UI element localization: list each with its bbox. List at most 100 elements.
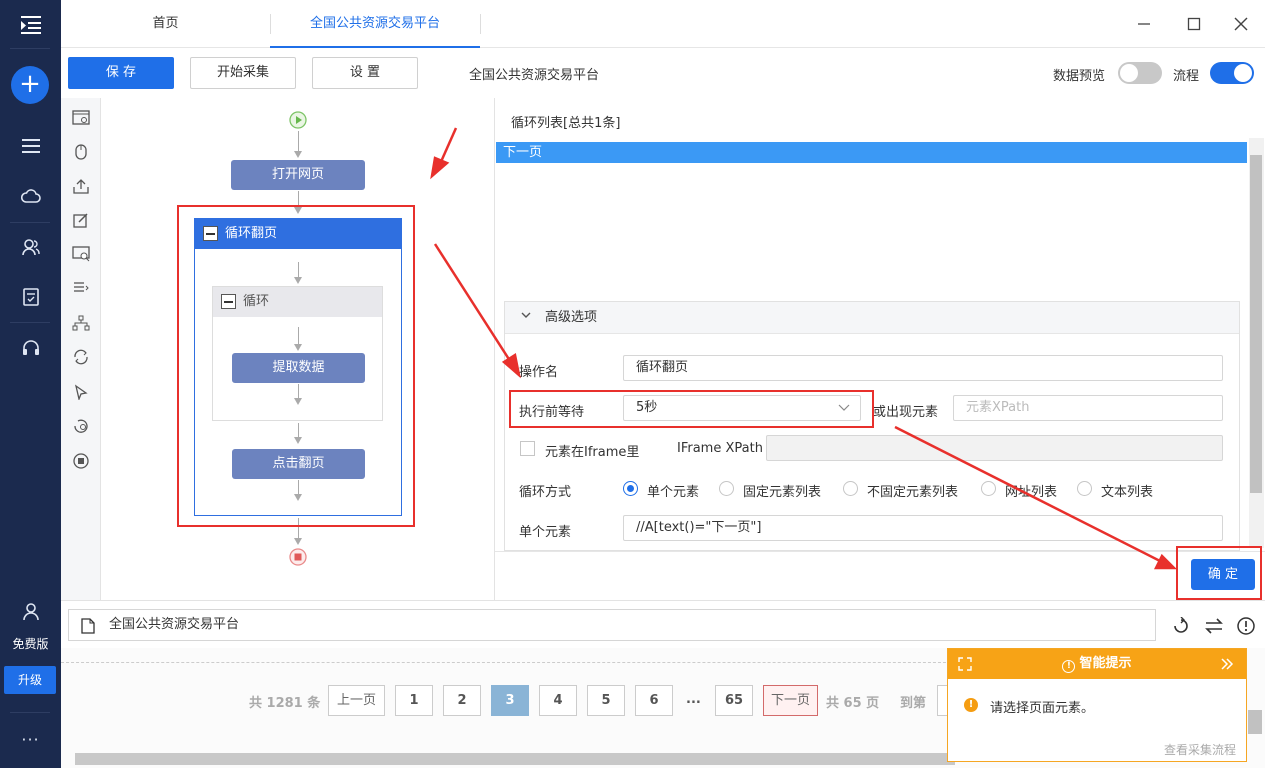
element-xpath-input[interactable]: 元素XPath (953, 395, 1223, 421)
input-text-tool-icon[interactable] (69, 208, 93, 232)
loop-mode-fixed-list-label: 固定元素列表 (743, 485, 822, 500)
switch-icon[interactable] (1203, 615, 1225, 637)
add-task-button[interactable]: + (11, 66, 49, 104)
loop-mode-text-list-label: 文本列表 (1101, 485, 1154, 500)
loop-mode-url-list-radio[interactable] (981, 481, 996, 496)
data-preview-label: 数据预览 (1053, 69, 1106, 84)
annotation-box-wait-field (509, 390, 874, 428)
panel-scrollbar[interactable] (1250, 155, 1262, 493)
view-flow-link[interactable]: 查看采集流程 (1164, 741, 1236, 758)
maximize-icon[interactable] (1182, 12, 1206, 36)
save-button[interactable]: 保 存 (68, 57, 174, 89)
page-horizontal-scrollbar[interactable] (75, 753, 955, 765)
task-title: 全国公共资源交易平台 (469, 68, 600, 83)
left-rail: + 免费版 升级 ··· (0, 0, 61, 768)
start-collect-button[interactable]: 开始采集 (190, 57, 296, 89)
flow-start-icon (289, 111, 307, 133)
tab-bar: 首页 全国公共资源交易平台 (61, 0, 1265, 48)
settings-button[interactable]: 设 置 (312, 57, 418, 89)
menu-toggle-icon[interactable] (0, 5, 61, 45)
loop-mode-url-list-label: 网址列表 (1005, 485, 1058, 500)
loop-settings-panel: 循环列表[总共1条] 下一页 高级选项 操作名 循环翻页 执行前等待 5秒 或出… (494, 98, 1265, 600)
flow-node-open-page[interactable]: 打开网页 (231, 160, 365, 190)
pager-page-1[interactable]: 1 (395, 685, 433, 716)
more-icon[interactable]: ··· (0, 730, 61, 749)
minimize-icon[interactable] (1132, 12, 1156, 36)
operation-name-input[interactable]: 循环翻页 (623, 355, 1223, 381)
warning-icon: ! (964, 698, 978, 712)
pager-page-5[interactable]: 5 (587, 685, 625, 716)
loop-mode-single-radio[interactable] (623, 481, 638, 496)
stop-tool-icon[interactable] (69, 449, 93, 473)
smart-tip-popup: ! 智能提示 ! 请选择页面元素。 查看采集流程 (947, 648, 1247, 762)
loop-list-header: 循环列表[总共1条] (511, 116, 621, 131)
iframe-checkbox[interactable] (520, 441, 535, 456)
smart-tip-message: 请选择页面元素。 (990, 701, 1095, 716)
document-icon (81, 616, 95, 646)
collapse-right-icon[interactable] (1220, 657, 1234, 675)
annotation-box-confirm (1176, 546, 1262, 600)
loop-mode-label: 循环方式 (519, 485, 572, 500)
task-list-icon[interactable] (0, 126, 61, 166)
pager-page-4[interactable]: 4 (539, 685, 577, 716)
single-element-label: 单个元素 (519, 525, 572, 540)
flow-tool-column (61, 98, 101, 600)
smart-tip-title: ! 智能提示 (948, 649, 1246, 679)
upload-tool-icon[interactable] (69, 174, 93, 198)
annotation-box-loop-node (177, 205, 415, 527)
open-page-tool-icon[interactable] (69, 106, 93, 130)
close-icon[interactable] (1229, 12, 1253, 36)
flow-label: 流程 (1173, 69, 1200, 84)
page-vertical-scrollbar[interactable] (1248, 710, 1262, 734)
url-text: 全国公共资源交易平台 (109, 617, 240, 632)
pager-page-3[interactable]: 3 (491, 685, 529, 716)
info-icon[interactable] (1235, 615, 1257, 637)
operation-name-label: 操作名 (519, 365, 559, 380)
url-bar: 全国公共资源交易平台 (61, 600, 1265, 648)
users-icon[interactable] (0, 227, 61, 267)
pager-page-2[interactable]: 2 (443, 685, 481, 716)
loop-mode-text-list-radio[interactable] (1077, 481, 1092, 496)
select-tool-icon[interactable] (69, 380, 93, 404)
loop-list-item[interactable]: 下一页 (496, 142, 1247, 163)
loop-mode-fixed-list-radio[interactable] (719, 481, 734, 496)
loop-mode-variable-list-label: 不固定元素列表 (867, 485, 959, 500)
headset-icon[interactable] (0, 328, 61, 368)
loop-mode-single-label: 单个元素 (647, 485, 700, 500)
flow-toggle[interactable] (1210, 62, 1254, 84)
loop-tool-icon[interactable] (69, 345, 93, 369)
data-preview-toggle[interactable] (1118, 62, 1162, 84)
expand-icon[interactable] (958, 657, 972, 675)
refresh-tool-icon[interactable] (69, 414, 93, 438)
template-icon[interactable] (0, 277, 61, 317)
tab-home[interactable]: 首页 (61, 0, 270, 48)
recognize-tool-icon[interactable] (69, 242, 93, 266)
iframe-xpath-input[interactable] (766, 435, 1223, 461)
pager-ellipsis: ... (686, 692, 701, 707)
pager-page-6[interactable]: 6 (635, 685, 673, 716)
list-tool-icon[interactable] (69, 276, 93, 300)
pager-next-button[interactable]: 下一页 (763, 685, 818, 716)
user-avatar-icon[interactable] (0, 592, 61, 632)
branch-tool-icon[interactable] (69, 311, 93, 335)
iframe-checkbox-label: 元素在Iframe里 (545, 445, 640, 460)
reload-icon[interactable] (1170, 615, 1192, 637)
advanced-options-header[interactable]: 高级选项 (505, 302, 1239, 334)
pager-goto-label: 到第 (900, 696, 927, 711)
cloud-icon[interactable] (0, 176, 61, 216)
advanced-options-label: 高级选项 (545, 310, 598, 325)
upgrade-button[interactable]: 升级 (4, 666, 56, 694)
single-element-xpath-input[interactable]: //A[text()="下一页"] (623, 515, 1223, 541)
pager-prev-button[interactable]: 上一页 (328, 685, 385, 716)
chevron-down-icon[interactable] (519, 308, 533, 326)
tab-platform[interactable]: 全国公共资源交易平台 (270, 0, 480, 48)
url-input[interactable]: 全国公共资源交易平台 (68, 609, 1156, 641)
pager-page-last[interactable]: 65 (715, 685, 753, 716)
smart-tip-header: ! 智能提示 (948, 649, 1246, 679)
loop-mode-variable-list-radio[interactable] (843, 481, 858, 496)
pager-total-count: 共 1281 条 (249, 696, 321, 711)
click-tool-icon[interactable] (69, 139, 93, 163)
flow-end-icon (289, 548, 307, 570)
or-element-appears-label: 或出现元素 (873, 405, 939, 420)
pager-total-pages: 共 65 页 (826, 696, 880, 711)
